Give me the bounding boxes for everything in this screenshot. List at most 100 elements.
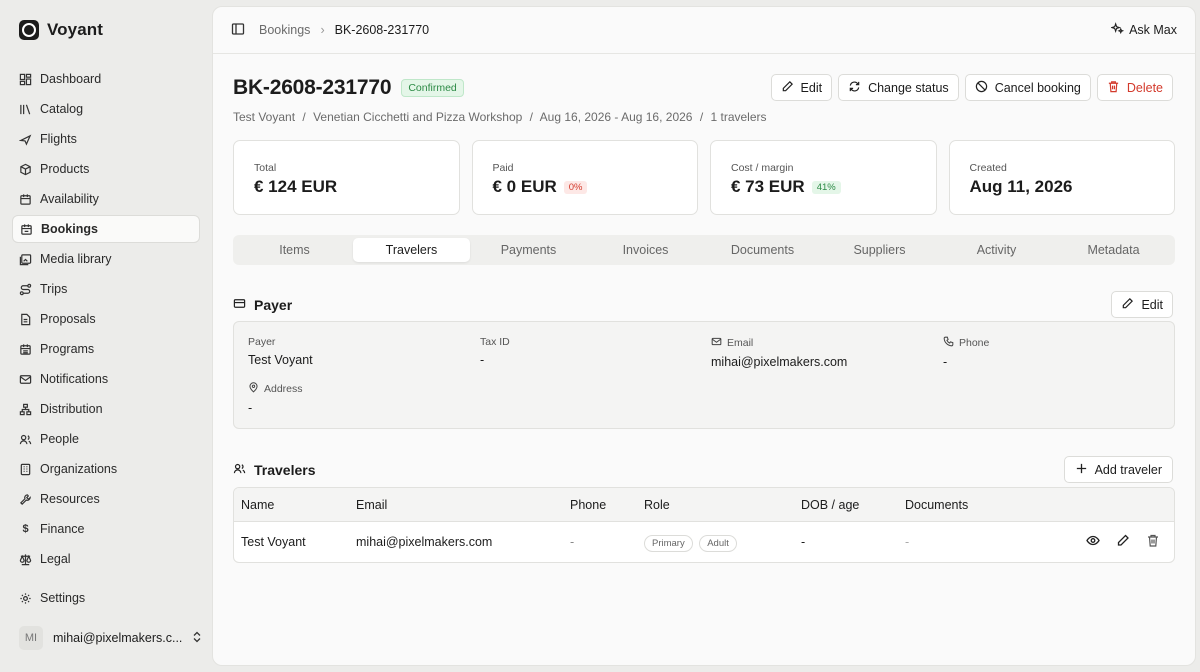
sidebar-item-flights[interactable]: Flights	[12, 125, 200, 153]
stat-label: Total	[254, 162, 277, 174]
ban-icon	[975, 80, 988, 96]
traveler-phone: -	[570, 535, 575, 549]
ask-max-button[interactable]: Ask Max	[1110, 22, 1177, 38]
travelers-table: Name Email Phone Role DOB / age Document…	[233, 487, 1175, 563]
travelers-section-title: Travelers	[233, 462, 316, 478]
user-menu[interactable]: MI mihai@pixelmakers.c...	[19, 626, 202, 650]
tab-suppliers[interactable]: Suppliers	[821, 238, 938, 262]
stat-label: Created	[969, 162, 1007, 174]
tab-invoices[interactable]: Invoices	[587, 238, 704, 262]
table-row: Test Voyant mihai@pixelmakers.com - Prim…	[234, 522, 1174, 562]
total-value: € 124 EUR	[254, 177, 338, 196]
breadcrumb-current: BK-2608-231770	[334, 23, 430, 37]
scale-icon	[19, 553, 32, 566]
sidebar-item-proposals[interactable]: Proposals	[12, 305, 200, 333]
page-title: BK-2608-231770	[233, 76, 392, 99]
stat-label: Paid	[492, 162, 514, 174]
tab-documents[interactable]: Documents	[704, 238, 821, 262]
edit-label: Edit	[1141, 297, 1163, 312]
pencil-icon[interactable]	[1116, 534, 1130, 551]
map-pin-icon	[248, 382, 259, 396]
calendar-icon	[19, 193, 32, 206]
column-header-role: Role	[644, 497, 670, 512]
chevron-up-down-icon	[192, 631, 202, 646]
edit-label: Edit	[800, 80, 823, 95]
sidebar-item-products[interactable]: Products	[12, 155, 200, 183]
sidebar-item-media-library[interactable]: Media library	[12, 245, 200, 273]
sidebar-item-dashboard[interactable]: Dashboard	[12, 65, 200, 93]
field-value: -	[248, 401, 253, 415]
booking-header: BK-2608-231770 Confirmed	[233, 76, 464, 100]
tab-items[interactable]: Items	[236, 238, 353, 262]
field-value: Test Voyant	[248, 353, 313, 367]
sidebar-item-resources[interactable]: Resources	[12, 485, 200, 513]
sidebar-item-label: Dashboard	[40, 72, 102, 86]
chevron-right-icon: ›	[320, 23, 325, 37]
tab-metadata[interactable]: Metadata	[1055, 238, 1172, 262]
phone-icon	[943, 336, 954, 350]
booking-travelers-count: 1 travelers	[710, 110, 767, 124]
status-badge: Confirmed	[401, 79, 464, 97]
mail-icon	[711, 336, 722, 350]
edit-payer-button[interactable]: Edit	[1111, 291, 1173, 318]
sidebar-item-distribution[interactable]: Distribution	[12, 395, 200, 423]
email-label: Email	[727, 337, 754, 349]
tab-travelers[interactable]: Travelers	[353, 238, 470, 262]
column-header-dob: DOB / age	[801, 497, 860, 512]
trash-icon[interactable]	[1146, 534, 1160, 551]
column-header-phone: Phone	[570, 497, 607, 512]
settings-section: Settings	[12, 584, 200, 614]
change-status-button[interactable]: Change status	[838, 74, 959, 101]
sidebar-item-label: Distribution	[40, 402, 103, 416]
subtitle-separator: /	[302, 110, 306, 124]
sidebar-item-organizations[interactable]: Organizations	[12, 455, 200, 483]
breadcrumb-bookings[interactable]: Bookings	[259, 23, 310, 37]
tab-activity[interactable]: Activity	[938, 238, 1055, 262]
header-actions: Edit Change status Cancel booking Delete	[770, 74, 1173, 101]
cancel-booking-button[interactable]: Cancel booking	[964, 74, 1091, 101]
sidebar-item-label: Media library	[40, 252, 112, 266]
credit-card-icon	[233, 297, 246, 313]
stat-value: € 0 EUR 0%	[493, 177, 678, 197]
add-traveler-button[interactable]: Add traveler	[1063, 456, 1173, 483]
sidebar-item-label: Proposals	[40, 312, 96, 326]
image-icon	[19, 253, 32, 266]
change-status-label: Change status	[868, 80, 949, 95]
sidebar-item-finance[interactable]: $ Finance	[12, 515, 200, 543]
plus-icon	[1075, 462, 1088, 478]
package-icon	[19, 163, 32, 176]
sidebar-item-label: People	[40, 432, 79, 446]
stat-paid: Paid € 0 EUR 0%	[471, 140, 698, 215]
subtitle-separator: /	[529, 110, 533, 124]
tab-payments[interactable]: Payments	[470, 238, 587, 262]
field-address: Address -	[248, 382, 303, 415]
sidebar-item-people[interactable]: People	[12, 425, 200, 453]
sidebar-item-label: Trips	[40, 282, 68, 296]
role-badge-adult: Adult	[699, 535, 737, 552]
cancel-booking-label: Cancel booking	[994, 80, 1081, 95]
sidebar-item-programs[interactable]: Programs	[12, 335, 200, 363]
sidebar-item-bookings[interactable]: Bookings	[12, 215, 200, 243]
sidebar-toggle-icon[interactable]	[231, 22, 245, 39]
sidebar-item-catalog[interactable]: Catalog	[12, 95, 200, 123]
margin-badge: 41%	[811, 180, 841, 194]
sidebar-item-availability[interactable]: Availability	[12, 185, 200, 213]
dollar-icon: $	[22, 523, 29, 535]
ask-max-label: Ask Max	[1129, 23, 1177, 37]
pencil-icon	[1121, 297, 1134, 313]
sidebar-item-notifications[interactable]: Notifications	[12, 365, 200, 393]
sidebar-item-legal[interactable]: Legal	[12, 545, 200, 573]
column-header-email: Email	[356, 497, 388, 512]
delete-button[interactable]: Delete	[1096, 74, 1173, 101]
brand[interactable]: Voyant	[19, 20, 103, 40]
sidebar-item-label: Settings	[40, 591, 86, 605]
sidebar-item-trips[interactable]: Trips	[12, 275, 200, 303]
traveler-email: mihai@pixelmakers.com	[356, 535, 493, 549]
sidebar-item-settings[interactable]: Settings	[12, 584, 200, 612]
gear-icon	[19, 592, 32, 605]
voyant-logo-icon	[19, 20, 39, 40]
plane-icon	[19, 133, 32, 146]
edit-button[interactable]: Edit	[770, 74, 833, 101]
field-label: Phone	[943, 336, 989, 350]
eye-icon[interactable]	[1086, 534, 1100, 551]
